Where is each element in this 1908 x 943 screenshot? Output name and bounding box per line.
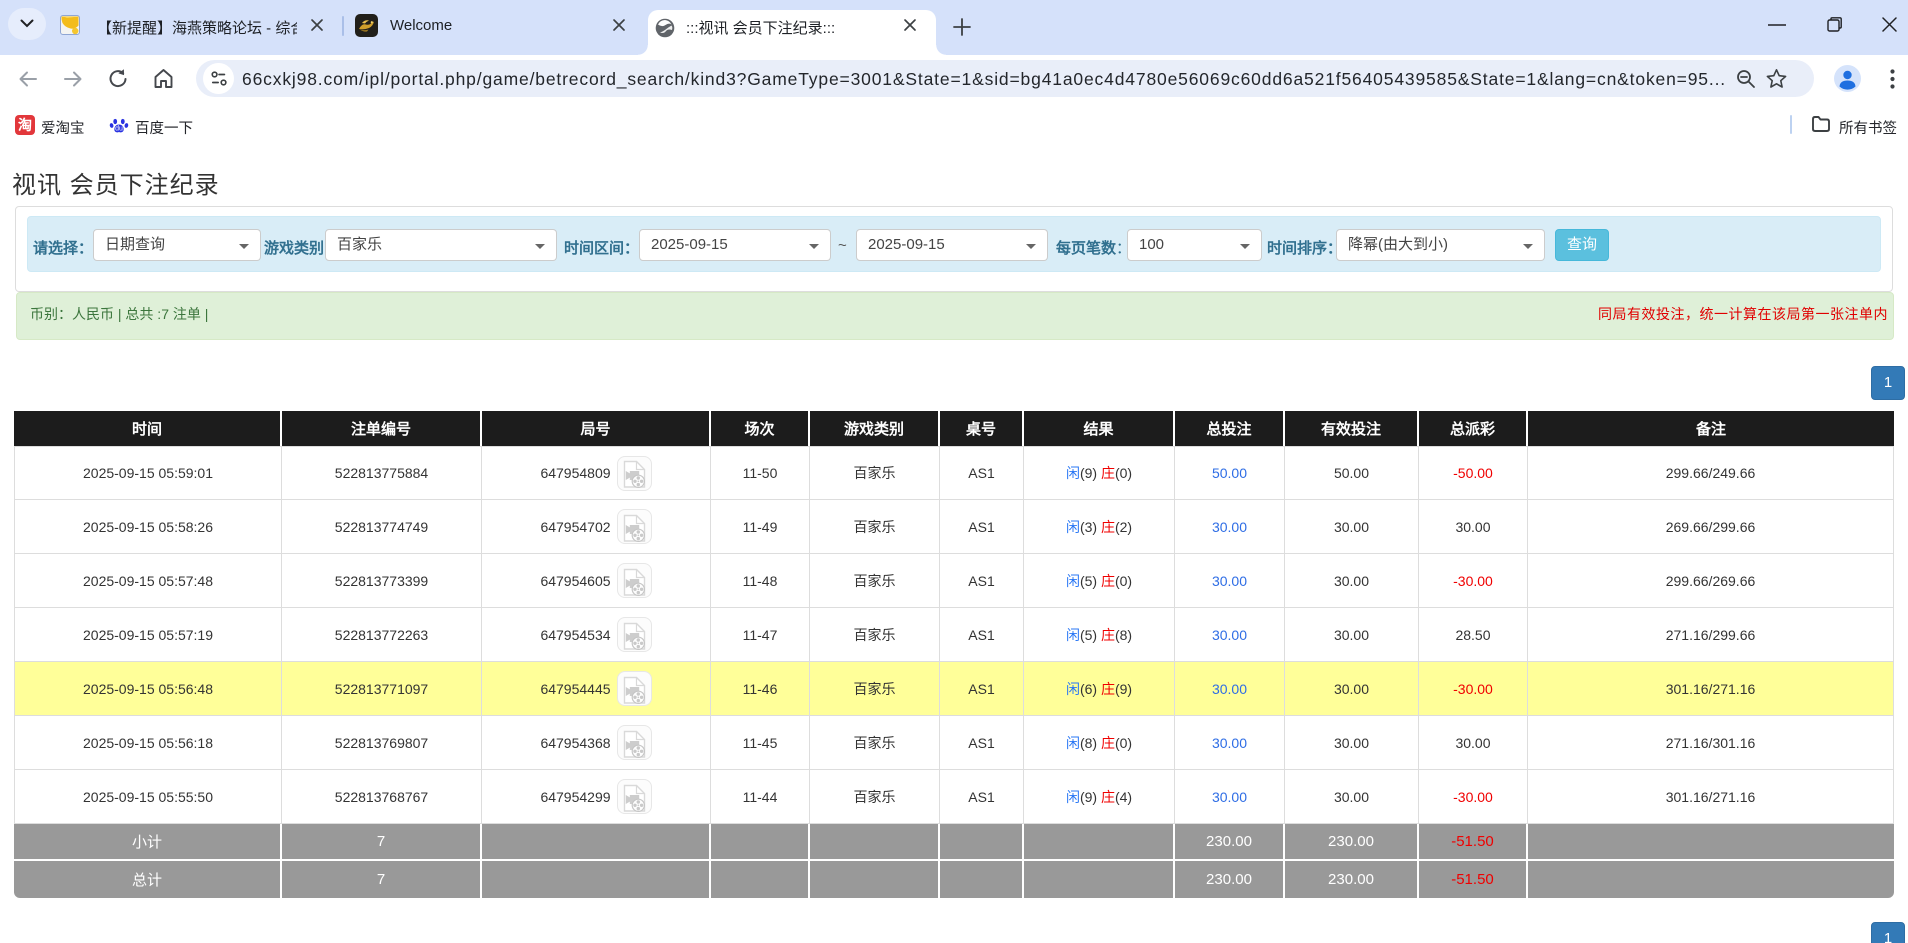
svg-text:du: du <box>115 126 123 133</box>
